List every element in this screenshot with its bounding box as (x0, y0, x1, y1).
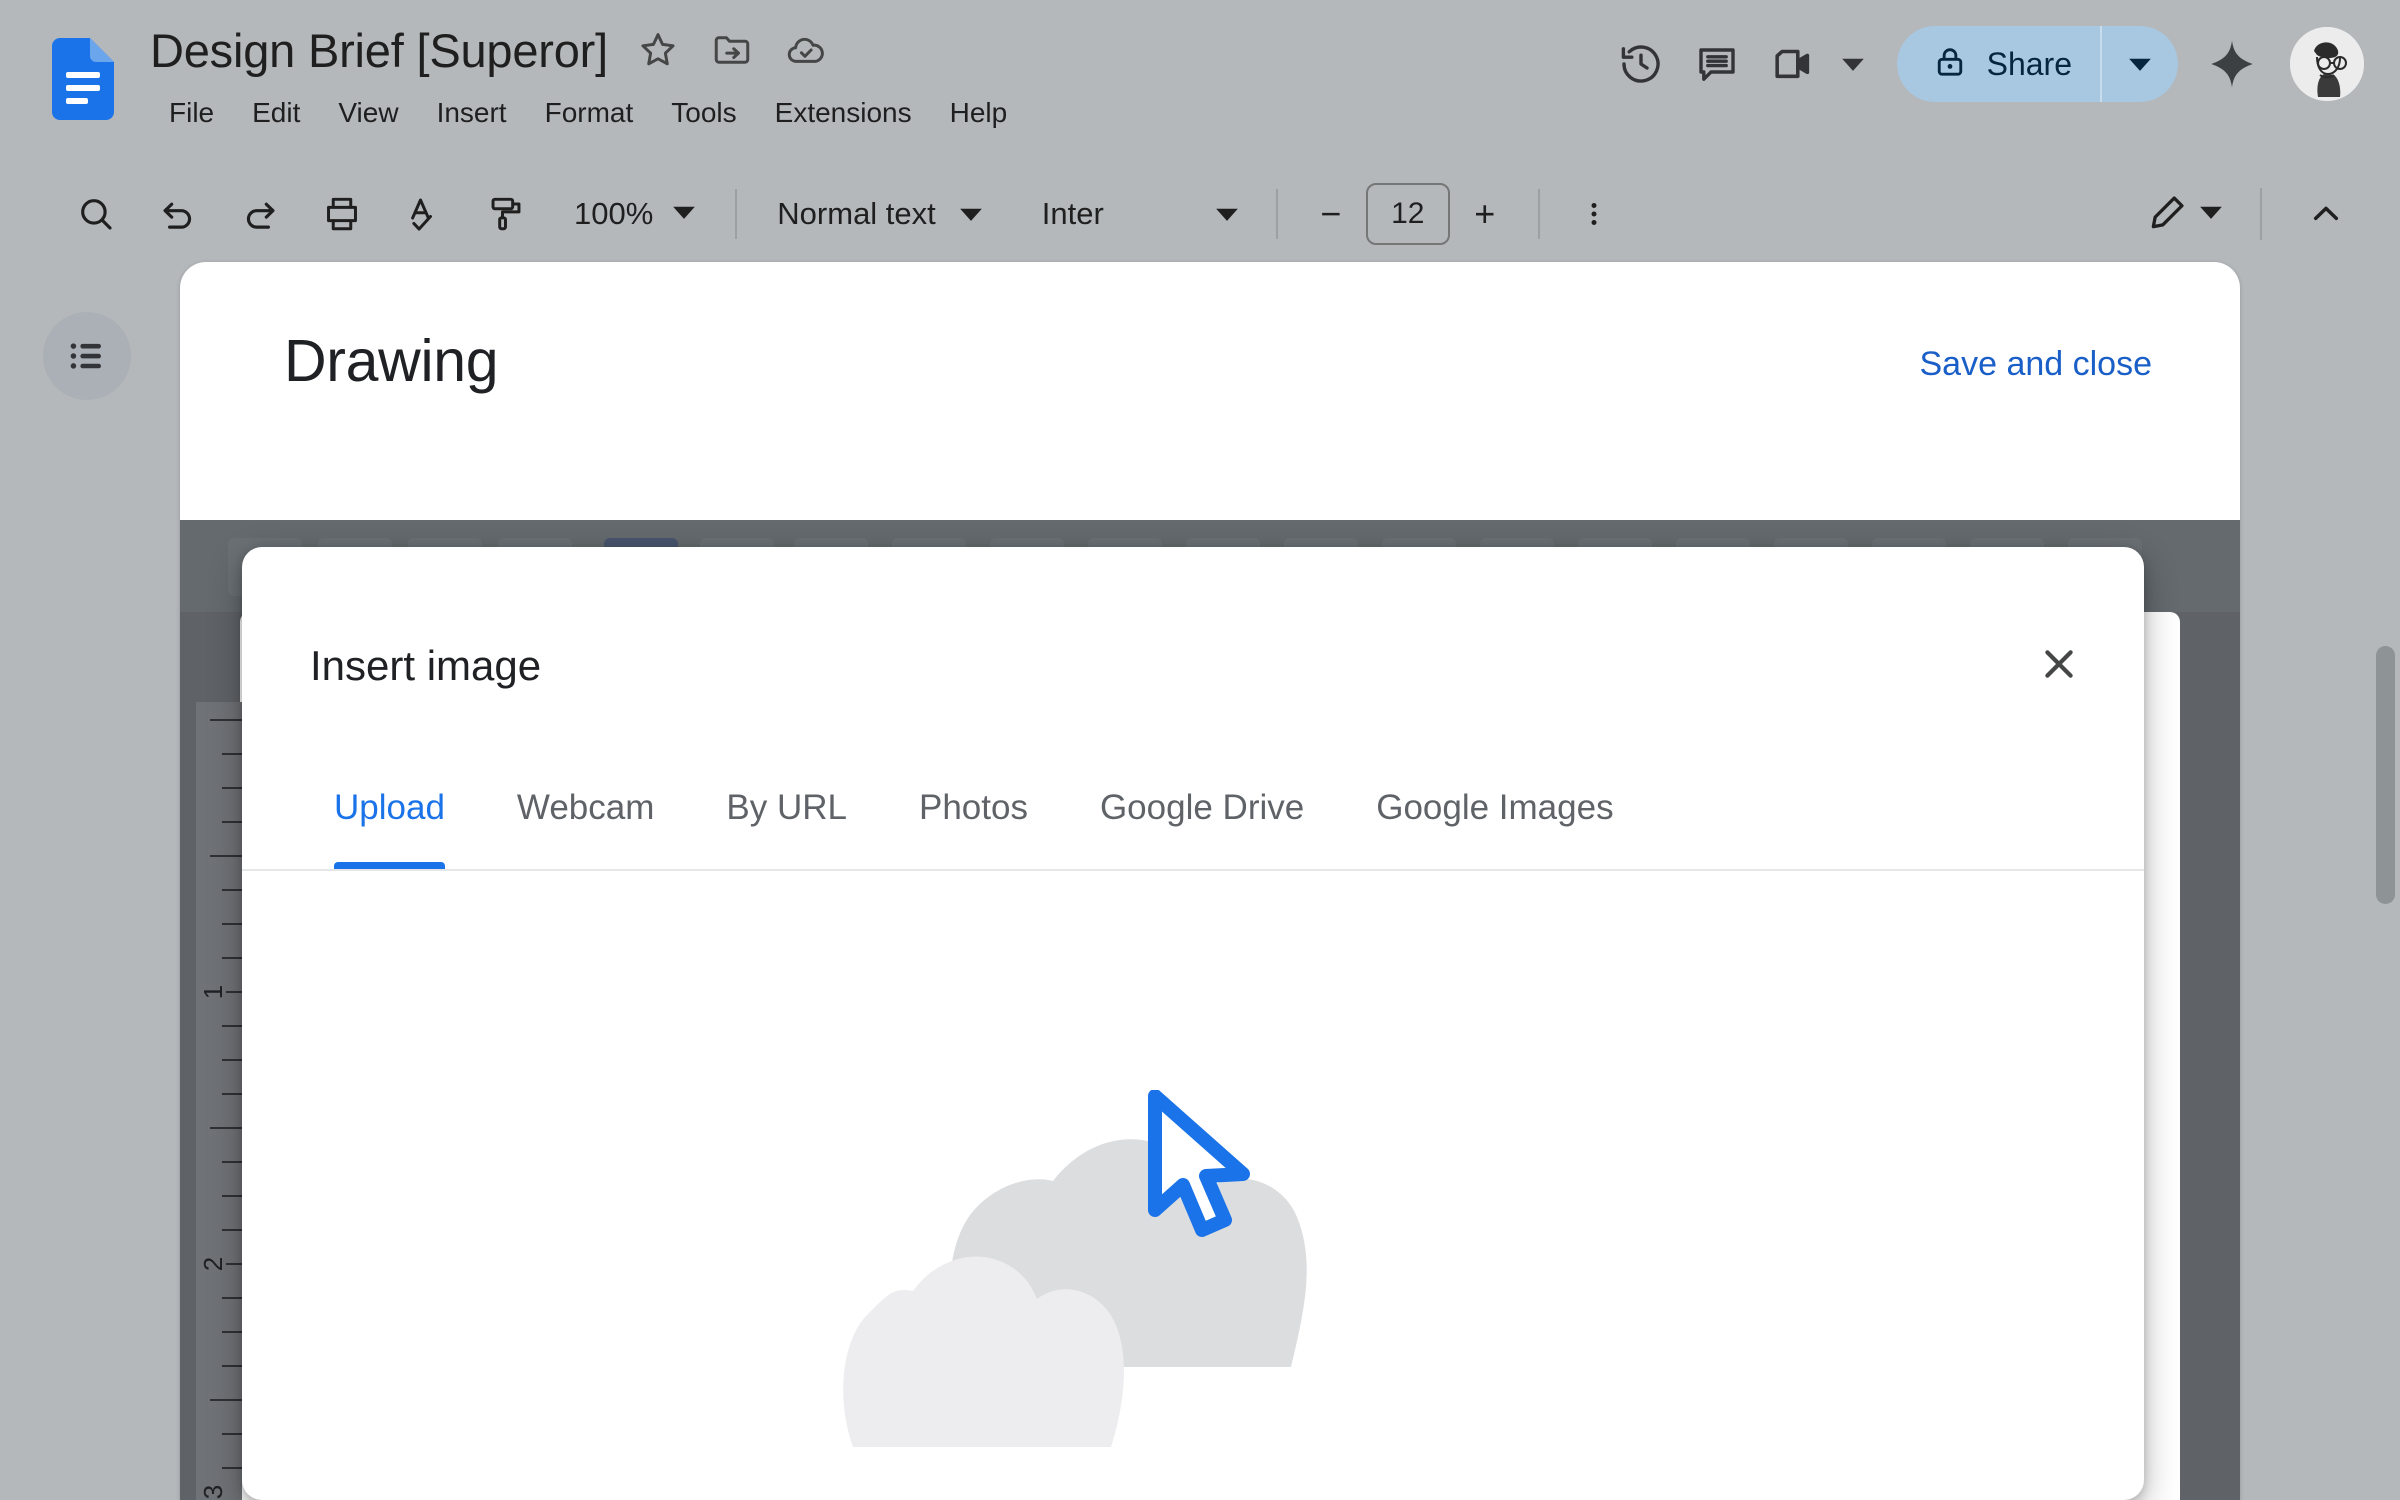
tab-upload[interactable]: Upload (298, 747, 481, 869)
font-family-selector[interactable]: Inter (1024, 182, 1254, 246)
lock-icon (1931, 43, 1969, 86)
toolbar-right-group (2136, 168, 2364, 260)
toolbar-divider-3 (1537, 189, 1540, 239)
menu-item-help[interactable]: Help (931, 88, 1027, 138)
account-avatar[interactable] (2290, 27, 2364, 101)
scrollbar-thumb[interactable] (2376, 646, 2395, 904)
video-call-group (1755, 26, 1875, 102)
zoom-selector[interactable]: 100% (554, 182, 713, 246)
video-camera-icon[interactable] (1755, 26, 1831, 102)
formatting-toolbar: 100% Normal text Inter − 12 + (0, 168, 2400, 260)
search-icon[interactable] (58, 176, 134, 252)
pencil-edit-icon (2146, 190, 2190, 239)
menu-item-format[interactable]: Format (526, 88, 653, 138)
editing-mode-selector[interactable] (2136, 179, 2234, 249)
video-call-chevron-down-icon[interactable] (1831, 29, 1875, 99)
docs-file-icon[interactable] (52, 38, 114, 120)
ruler-mark-3: 3 (198, 1485, 228, 1499)
top-bar: Design Brief [Superor] File Edit View In… (0, 0, 2400, 160)
spelling-check-icon[interactable] (386, 176, 462, 252)
close-icon[interactable] (2020, 625, 2098, 703)
font-family-value: Inter (1041, 196, 1104, 231)
toolbar-divider-4 (2260, 188, 2262, 240)
vertical-scrollbar[interactable] (2376, 262, 2400, 1500)
font-size-decrease-button[interactable]: − (1300, 183, 1362, 245)
dialog-title: Insert image (310, 642, 542, 689)
toolbar-left-group: 100% Normal text Inter − 12 + (58, 168, 1626, 260)
top-bar-actions: Share (1603, 22, 2364, 106)
menu-item-tools[interactable]: Tools (652, 88, 755, 138)
menu-item-edit[interactable]: Edit (233, 88, 319, 138)
vertical-ruler[interactable]: 1 2 3 (196, 702, 242, 1500)
undo-icon[interactable] (140, 176, 216, 252)
cloud-saved-icon[interactable] (782, 26, 830, 74)
version-history-icon[interactable] (1603, 26, 1679, 102)
menu-bar: File Edit View Insert Format Tools Exten… (150, 88, 1026, 138)
paragraph-style-value: Normal text (777, 196, 936, 231)
ruler-mark-2: 2 (198, 1257, 228, 1271)
share-main[interactable]: Share (1897, 26, 2100, 102)
paragraph-style-selector[interactable]: Normal text (759, 182, 997, 246)
print-icon[interactable] (304, 176, 380, 252)
document-outline-icon[interactable] (43, 312, 131, 400)
font-size-increase-button[interactable]: + (1454, 183, 1516, 245)
document-title-row: Design Brief [Superor] (150, 26, 830, 74)
move-to-folder-icon[interactable] (708, 26, 756, 74)
font-family-chevron-down-icon (1214, 201, 1240, 227)
menu-item-file[interactable]: File (150, 88, 233, 138)
zoom-value: 100% (574, 196, 654, 231)
menu-item-extensions[interactable]: Extensions (756, 88, 931, 138)
paint-format-icon[interactable] (468, 176, 544, 252)
drawing-editor-header: Drawing Save and close (180, 262, 2240, 520)
toolbar-divider (735, 189, 738, 239)
drawing-title: Drawing (284, 328, 499, 394)
comment-icon[interactable] (1679, 26, 1755, 102)
share-chevron-down-icon[interactable] (2102, 26, 2178, 102)
sparkle-icon[interactable] (2190, 22, 2274, 106)
cloud-upload-illustration (843, 1139, 1307, 1447)
font-size-stepper: − 12 + (1300, 183, 1516, 245)
menu-item-view[interactable]: View (319, 88, 417, 138)
editing-mode-chevron-down-icon (2198, 199, 2224, 230)
more-vertical-icon[interactable] (1562, 179, 1626, 249)
star-icon[interactable] (634, 26, 682, 74)
google-docs-window: Design Brief [Superor] File Edit View In… (0, 0, 2400, 1500)
ruler-mark-1: 1 (198, 985, 228, 999)
tab-by-url[interactable]: By URL (690, 747, 883, 869)
tab-webcam[interactable]: Webcam (481, 747, 690, 869)
tab-google-drive[interactable]: Google Drive (1064, 747, 1340, 869)
share-button[interactable]: Share (1896, 26, 2178, 102)
upload-dropzone[interactable] (242, 871, 2144, 1500)
chevron-up-icon[interactable] (2288, 176, 2364, 252)
tab-photos[interactable]: Photos (883, 747, 1064, 869)
paragraph-style-chevron-down-icon (958, 201, 984, 227)
tab-google-images[interactable]: Google Images (1340, 747, 1649, 869)
share-label: Share (1986, 45, 2072, 82)
page-title[interactable]: Design Brief [Superor] (150, 27, 608, 74)
toolbar-divider-2 (1275, 189, 1278, 239)
zoom-chevron-down-icon (671, 199, 697, 230)
dialog-tabs: Upload Webcam By URL Photos Google Drive… (242, 747, 2144, 871)
font-size-input[interactable]: 12 (1365, 183, 1450, 245)
save-and-close-button[interactable]: Save and close (1920, 345, 2153, 384)
redo-icon[interactable] (222, 176, 298, 252)
menu-item-insert[interactable]: Insert (418, 88, 526, 138)
insert-image-dialog: Insert image Upload Webcam By URL Photos… (242, 547, 2144, 1500)
